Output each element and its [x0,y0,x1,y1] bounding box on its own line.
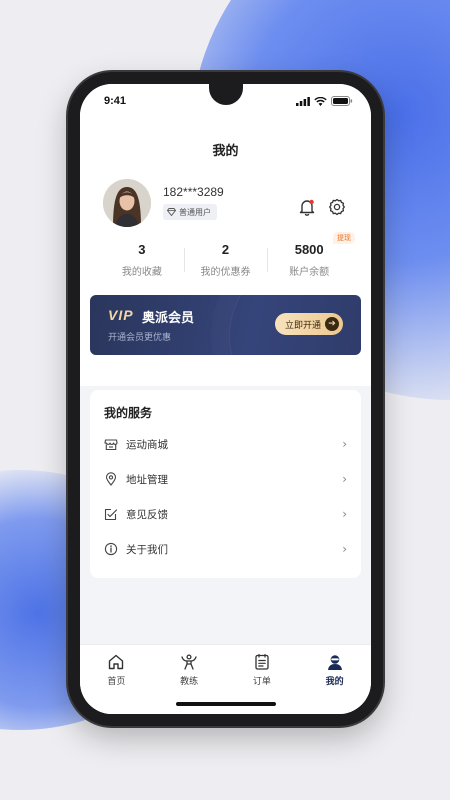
page-title: 我的 [212,144,239,159]
phone-frame: 9:41 我的 182***3289 普通用户 3 我的收藏 2 我的优惠券 提… [68,72,383,726]
user-phone: 182***3289 [163,185,224,199]
order-icon [255,653,269,670]
coach-icon [181,654,197,670]
store-icon [104,439,118,451]
avatar[interactable] [103,179,151,227]
stat-label: 我的优惠券 [200,267,251,278]
stat-value: 5800 [294,242,324,257]
vip-open-label: 立即开通 [284,320,321,331]
withdraw-tag[interactable]: 提现 [333,232,356,244]
stat-label: 我的收藏 [121,267,162,278]
avatar-image [103,179,151,227]
service-label: 关于我们 [126,543,168,556]
stat-coupons[interactable]: 2 我的优惠券 [183,242,268,278]
battery-icon [331,96,353,106]
chevron-right-icon: › [342,507,347,521]
services-title: 我的服务 [104,406,153,420]
service-item-store[interactable]: 运动商城 › [104,434,347,454]
service-label: 意见反馈 [126,508,168,521]
arrow-right-icon: ➔ [325,317,339,331]
stat-label: 账户余额 [289,267,330,278]
tab-label: 首页 [107,677,126,687]
service-item-feedback[interactable]: 意见反馈 › [104,504,347,524]
user-level-label: 普通用户 [179,207,211,217]
stat-value: 3 [138,242,146,257]
notification-button[interactable] [298,198,316,216]
vip-banner[interactable]: VIP 奥派会员 开通会员更优惠 立即开通 ➔ [90,295,361,355]
gear-icon [329,198,345,216]
vip-title: 奥派会员 [142,311,195,326]
stat-balance[interactable]: 提现 5800 账户余额 [267,232,356,278]
tab-profile[interactable]: 我的 [298,653,371,714]
user-level-badge: 普通用户 [163,204,217,220]
tab-label: 教练 [180,677,199,687]
info-icon [104,542,118,556]
vip-subtitle: 开通会员更优惠 [108,333,172,343]
tab-label: 我的 [325,677,344,687]
stat-favorites[interactable]: 3 我的收藏 [100,242,184,278]
status-icons [296,96,353,106]
phone-screen: 9:41 我的 182***3289 普通用户 3 我的收藏 2 我的优惠券 提… [80,84,371,714]
location-pin-icon [105,472,117,486]
feedback-icon [104,508,118,521]
status-time: 9:41 [104,95,127,107]
chevron-right-icon: › [342,542,347,556]
vip-logo: VIP [108,307,134,323]
home-indicator [175,702,276,706]
stat-value: 2 [221,242,230,257]
tab-label: 订单 [252,677,271,687]
chevron-right-icon: › [342,472,347,486]
bell-icon [299,199,315,216]
settings-button[interactable] [328,198,346,216]
tab-home[interactable]: 首页 [80,653,153,714]
wifi-icon [314,96,327,106]
chevron-right-icon: › [342,437,347,451]
service-label: 地址管理 [126,473,168,486]
profile-icon [327,655,342,670]
signal-icon [296,96,310,106]
service-item-about[interactable]: 关于我们 › [104,539,347,559]
vip-open-button[interactable]: 立即开通 ➔ [274,313,343,335]
service-label: 运动商城 [126,438,168,451]
stats-row: 3 我的收藏 2 我的优惠券 提现 5800 账户余额 [100,232,356,278]
home-icon [109,654,124,670]
services-card: 我的服务 运动商城 › 地址管理 › 意见反馈 › 关于我们 › [90,390,361,578]
service-item-address[interactable]: 地址管理 › [104,469,347,489]
diamond-icon [167,208,176,216]
